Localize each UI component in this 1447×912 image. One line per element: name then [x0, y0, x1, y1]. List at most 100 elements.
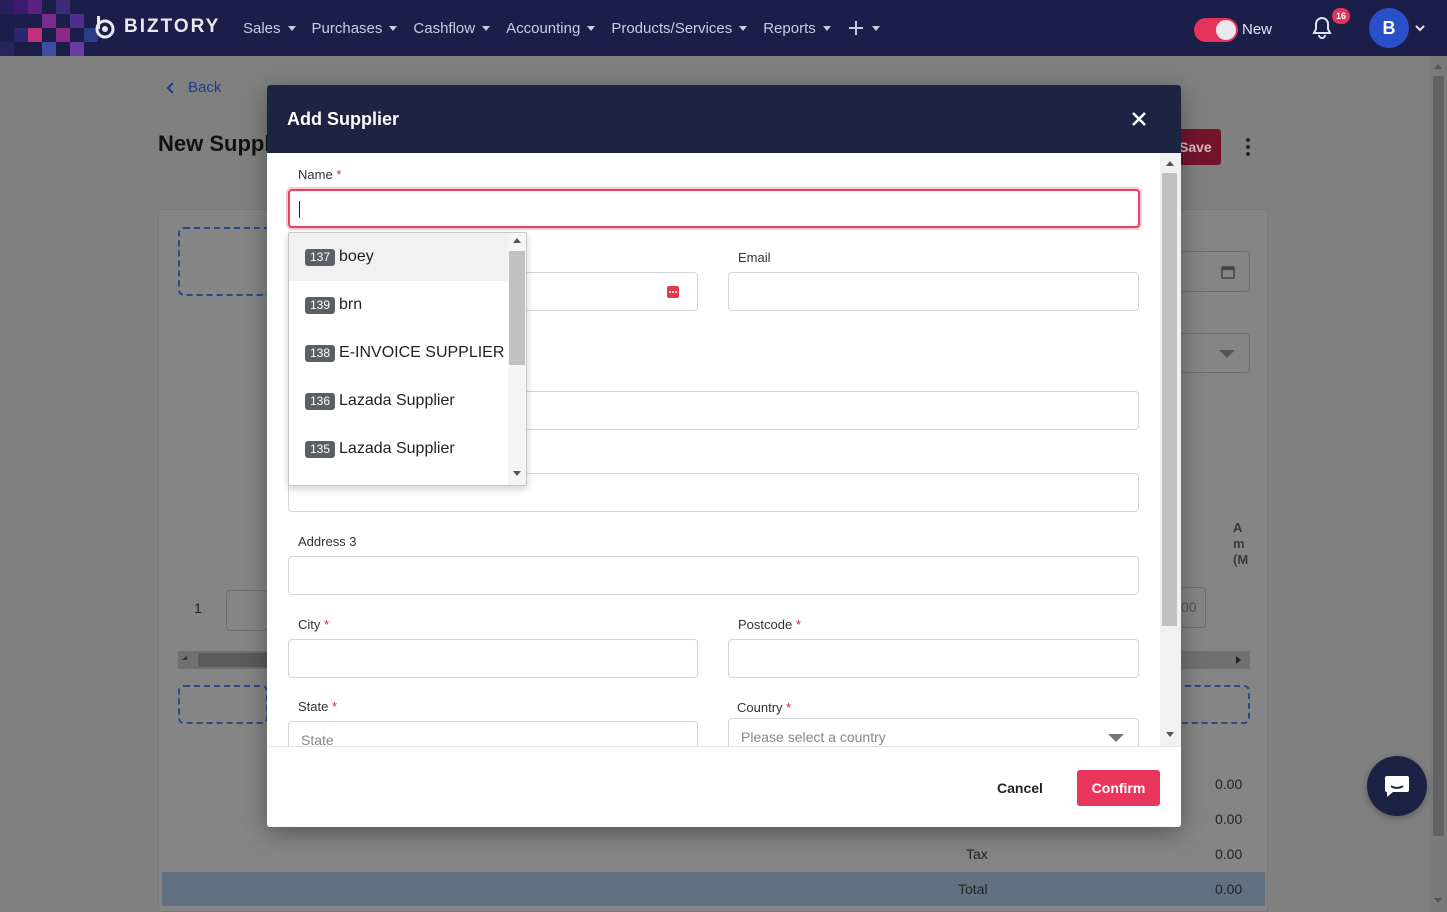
- city-input[interactable]: [288, 639, 698, 678]
- chevron-down-icon: [822, 25, 831, 31]
- add-line-dropzone-end[interactable]: [1175, 685, 1250, 724]
- nav-item-accounting[interactable]: Accounting: [506, 20, 596, 37]
- new-ui-toggle[interactable]: [1194, 18, 1238, 42]
- chevron-right-icon: [1236, 656, 1241, 664]
- country-select[interactable]: Please select a country: [728, 718, 1139, 746]
- nav-item-cashflow[interactable]: Cashflow: [413, 20, 491, 37]
- page-title: New Supplier: [158, 131, 273, 156]
- discount-value: 0.00: [1215, 811, 1243, 827]
- list-item[interactable]: 136 Lazada Supplier: [289, 377, 508, 425]
- table-hscroll[interactable]: [178, 651, 268, 669]
- modal-footer: Cancel Confirm: [267, 746, 1181, 827]
- scroll-up-icon: [1166, 161, 1174, 166]
- email-field[interactable]: [728, 272, 1139, 311]
- main-menu: Sales Purchases Cashflow Accounting Prod…: [243, 0, 896, 56]
- supplier-name: Lazada Supplier: [339, 392, 455, 409]
- scroll-down-icon: [1166, 732, 1174, 737]
- address-3-label: Address 3: [298, 534, 357, 549]
- nav-item-sales[interactable]: Sales: [243, 20, 296, 37]
- chevron-down-icon: [1108, 734, 1124, 742]
- chevron-down-icon: [287, 25, 296, 31]
- table-hscroll-end[interactable]: [1181, 651, 1250, 669]
- chevron-left-icon: [166, 81, 174, 94]
- amount-header: Am (M: [1233, 520, 1249, 567]
- chevron-down-icon[interactable]: [1414, 22, 1426, 34]
- list-item[interactable]: 139 brn: [289, 281, 508, 329]
- supplier-suggestions-dropdown: 137 boey 139 brn 138 E-INVOICE SUPPLIER …: [288, 232, 527, 486]
- tax-label: Tax: [966, 846, 988, 862]
- brand-name: BIZTORY: [124, 16, 221, 37]
- line-amount-value: 00: [1181, 599, 1197, 615]
- table-hscroll-thumb[interactable]: [198, 653, 268, 667]
- notification-count-badge: 16: [1332, 8, 1350, 24]
- email-label: Email: [738, 250, 771, 265]
- name-input[interactable]: [288, 189, 1140, 228]
- chevron-down-icon: [389, 25, 398, 31]
- chevron-down-icon: [587, 25, 596, 31]
- nav-item-products-services[interactable]: Products/Services: [611, 20, 748, 37]
- row-number: 1: [194, 600, 202, 616]
- nav-item-reports[interactable]: Reports: [763, 20, 831, 37]
- modal-title: Add Supplier: [287, 109, 399, 129]
- avatar[interactable]: B: [1369, 8, 1409, 48]
- scroll-up-icon: [1434, 64, 1442, 69]
- quick-add-menu[interactable]: [847, 19, 880, 37]
- chevron-down-icon: [739, 25, 748, 31]
- chevron-left-icon: [182, 656, 187, 660]
- text-cursor: [299, 201, 300, 218]
- supplier-id-badge: 138: [305, 344, 336, 362]
- supplier-name: E-INVOICE SUPPLIER: [339, 344, 505, 361]
- supplier-id-badge: 135: [305, 440, 336, 458]
- more-options-icon[interactable]: [1242, 136, 1254, 158]
- line-item-field[interactable]: [226, 590, 268, 631]
- chevron-down-icon: [1219, 350, 1235, 358]
- select-field[interactable]: [1170, 333, 1250, 373]
- nav-item-purchases[interactable]: Purchases: [312, 20, 398, 37]
- page-scrollbar[interactable]: [1430, 56, 1447, 912]
- list-item[interactable]: 137 boey: [289, 233, 508, 281]
- biztory-logo-icon: [95, 16, 115, 39]
- total-label: Total: [958, 881, 988, 897]
- bell-icon[interactable]: [1309, 15, 1335, 41]
- chat-button[interactable]: [1367, 756, 1427, 816]
- modal-scrollbar[interactable]: [1160, 153, 1181, 746]
- country-label: Country *: [737, 700, 792, 715]
- supplier-name: boey: [339, 248, 374, 265]
- confirm-button[interactable]: Confirm: [1077, 770, 1160, 806]
- page-scrollbar-thumb[interactable]: [1433, 76, 1444, 836]
- supplier-id-badge: 139: [305, 296, 336, 314]
- upload-dropzone[interactable]: [178, 227, 278, 296]
- postcode-label: Postcode *: [738, 617, 801, 632]
- chevron-down-icon: [482, 25, 491, 31]
- chevron-down-icon: [871, 25, 880, 31]
- date-field[interactable]: [1170, 251, 1250, 292]
- modal-header: Add Supplier: [267, 85, 1181, 153]
- close-icon[interactable]: [1129, 109, 1149, 129]
- tax-value: 0.00: [1215, 846, 1243, 862]
- modal-scrollbar-thumb[interactable]: [1162, 173, 1177, 626]
- scroll-down-icon: [1434, 898, 1442, 903]
- add-line-dropzone[interactable]: [178, 685, 268, 724]
- state-input[interactable]: State: [288, 721, 698, 746]
- postcode-input[interactable]: [728, 639, 1139, 678]
- supplier-id-badge: 137: [305, 248, 336, 266]
- supplier-name: Lazada Supplier: [339, 440, 455, 457]
- subtotal-value: 0.00: [1215, 776, 1243, 792]
- city-label: City *: [298, 617, 330, 632]
- brand-logo[interactable]: BIZTORY: [92, 14, 220, 40]
- list-item[interactable]: 135 Lazada Supplier: [289, 425, 508, 473]
- scroll-down-icon: [513, 471, 521, 476]
- state-placeholder: State: [301, 732, 334, 746]
- cancel-button[interactable]: Cancel: [997, 770, 1043, 806]
- country-placeholder: Please select a country: [741, 729, 886, 745]
- more-options-icon[interactable]: [666, 285, 680, 299]
- toggle-label: New: [1242, 21, 1273, 38]
- dropdown-scrollbar[interactable]: [508, 233, 526, 485]
- chat-icon: [1385, 776, 1409, 797]
- total-value: 0.00: [1215, 881, 1243, 897]
- back-link[interactable]: Back: [164, 79, 221, 96]
- address-3-input[interactable]: [288, 556, 1139, 595]
- scroll-up-icon: [513, 238, 521, 243]
- dropdown-scrollbar-thumb[interactable]: [509, 251, 525, 365]
- list-item[interactable]: 138 E-INVOICE SUPPLIER: [289, 329, 508, 377]
